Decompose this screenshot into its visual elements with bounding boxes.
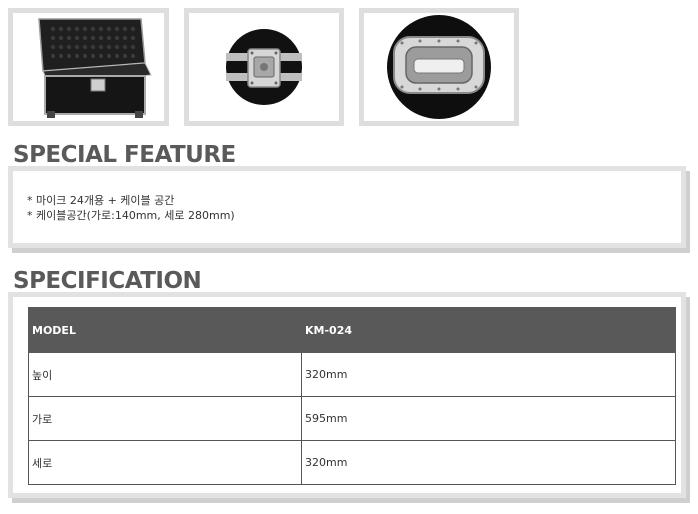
product-thumbnail-handle[interactable] [359,8,519,126]
feature-item: * 케이블공간(가로:140mm, 세로 280mm) [27,209,235,222]
feature-item: * 마이크 24개용 + 케이블 공간 [27,194,175,207]
latch-closeup-image [226,29,302,105]
header-model-value: KM-024 [301,307,676,353]
specification-panel: MODEL KM-024 높이 320mm 가로 595mm 세로 320mm [8,292,686,498]
open-case-image [38,18,152,118]
product-thumbnail-latch[interactable] [184,8,344,126]
special-feature-heading: SPECIAL FEATURE [13,142,236,168]
table-header-row: MODEL KM-024 [28,307,676,353]
table-row: 높이 320mm [28,352,676,397]
spec-label: 세로 [28,440,302,485]
table-row: 가로 595mm [28,396,676,441]
specification-table: MODEL KM-024 높이 320mm 가로 595mm 세로 320mm [28,307,676,485]
table-row: 세로 320mm [28,440,676,485]
spec-label: 높이 [28,352,302,397]
specification-heading: SPECIFICATION [13,268,202,294]
spec-value: 595mm [301,396,676,441]
feature-list: * 마이크 24개용 + 케이블 공간 * 케이블공간(가로:140mm, 세로… [27,193,235,223]
spec-label: 가로 [28,396,302,441]
header-model: MODEL [28,307,302,353]
product-thumbnail-open-case[interactable] [8,8,169,126]
special-feature-panel: * 마이크 24개용 + 케이블 공간 * 케이블공간(가로:140mm, 세로… [8,166,686,248]
handle-closeup-image [387,15,491,119]
spec-value: 320mm [301,352,676,397]
spec-value: 320mm [301,440,676,485]
